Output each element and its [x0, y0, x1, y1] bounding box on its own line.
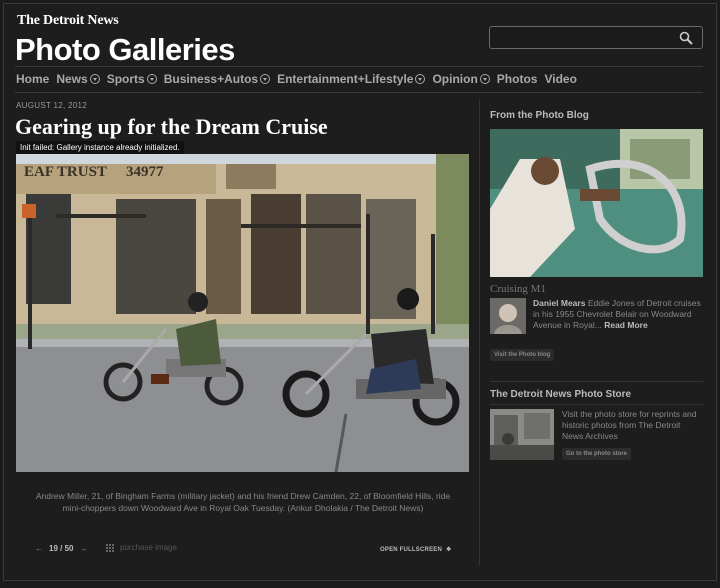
nav-item-entertainment-lifestyle[interactable]: Entertainment+Lifestyle — [277, 72, 426, 86]
blog-post-title[interactable]: Cruising M1 — [490, 283, 546, 295]
photo-store-heading[interactable]: The Detroit News Photo Store — [490, 389, 631, 400]
nav-label: Sports — [106, 72, 145, 86]
nav-label: Entertainment+Lifestyle — [277, 72, 414, 86]
gallery-date: AUGUST 12, 2012 — [16, 101, 88, 110]
gallery-photo[interactable]: EAF TRUST 34977 — [16, 154, 469, 472]
sidebar-divider-line — [490, 381, 703, 382]
nav-divider — [15, 92, 703, 93]
nav-label: News — [56, 72, 88, 86]
arrow-right-icon[interactable]: → — [79, 544, 87, 553]
motorcycle-street-photo: EAF TRUST 34977 — [16, 154, 469, 472]
photo-store-button[interactable]: Go to the photo store — [562, 448, 631, 460]
nav-item-video[interactable]: Video — [544, 72, 576, 86]
nav-label: Video — [544, 72, 577, 86]
error-message: Init failed: Gallery instance already in… — [16, 141, 184, 154]
car-driver-photo — [490, 129, 703, 277]
photo-store-image[interactable] — [490, 409, 554, 460]
nav-item-business-autos[interactable]: Business+Autos — [163, 72, 271, 86]
grid-icon[interactable] — [106, 543, 114, 552]
nav-item-opinion[interactable]: Opinion — [432, 72, 490, 86]
fullscreen-label: OPEN FULLSCREEN — [380, 546, 443, 553]
svg-text:34977: 34977 — [126, 164, 164, 180]
nav-label: Home — [16, 72, 50, 86]
blog-author[interactable]: Daniel Mears — [533, 298, 585, 308]
nav-label: Opinion — [432, 72, 478, 86]
chevron-down-icon[interactable] — [479, 74, 490, 84]
brand-logo[interactable]: The Detroit News — [17, 13, 119, 29]
search-input[interactable] — [490, 27, 670, 48]
chevron-down-icon[interactable] — [146, 74, 157, 84]
photo-store-description: Visit the photo store for reprints and h… — [562, 409, 697, 441]
photo-caption: Andrew Miller, 21, of Bingham Farms (mil… — [35, 491, 451, 513]
purchase-image-link[interactable]: purchase image — [106, 543, 177, 552]
sidebar-divider — [479, 100, 480, 566]
gallery-pager: ← 19 / 50 → — [35, 544, 87, 553]
photo-blog-heading[interactable]: From the Photo Blog — [490, 110, 589, 121]
search-box[interactable] — [489, 26, 703, 49]
sidebar-divider-line — [490, 404, 703, 405]
gallery-counter: 19 / 50 — [49, 544, 74, 553]
arrow-left-icon[interactable]: ← — [35, 544, 43, 553]
photo-blog-image[interactable] — [490, 129, 703, 277]
nav-label: Business+Autos — [163, 72, 259, 86]
fullscreen-icon: ❖ — [446, 547, 452, 553]
page-title[interactable]: Photo Galleries — [15, 32, 235, 68]
fullscreen-button[interactable]: OPEN FULLSCREEN ❖ — [380, 546, 452, 554]
chevron-down-icon[interactable] — [415, 74, 426, 84]
gallery-title: Gearing up for the Dream Cruise — [15, 114, 328, 139]
svg-text:EAF TRUST: EAF TRUST — [24, 164, 107, 180]
search-icon[interactable] — [679, 31, 693, 45]
nav-label: Photos — [496, 72, 538, 86]
blog-post-excerpt: Daniel Mears Eddie Jones of Detroit crui… — [533, 298, 705, 331]
archive-photo — [490, 409, 554, 460]
nav-item-photos[interactable]: Photos — [497, 72, 538, 86]
chevron-down-icon[interactable] — [260, 74, 271, 84]
main-nav: Home News Sports Business+Autos Entertai… — [16, 72, 577, 86]
chevron-down-icon[interactable] — [89, 74, 100, 84]
nav-item-sports[interactable]: Sports — [107, 72, 157, 86]
avatar — [490, 298, 526, 334]
purchase-label: purchase image — [120, 543, 177, 552]
read-more-link[interactable]: Read More — [604, 320, 647, 330]
nav-item-home[interactable]: Home — [16, 72, 49, 86]
nav-item-news[interactable]: News — [56, 72, 100, 86]
visit-photo-blog-button[interactable]: Visit the Photo blog — [490, 349, 555, 361]
header-divider — [15, 66, 703, 67]
